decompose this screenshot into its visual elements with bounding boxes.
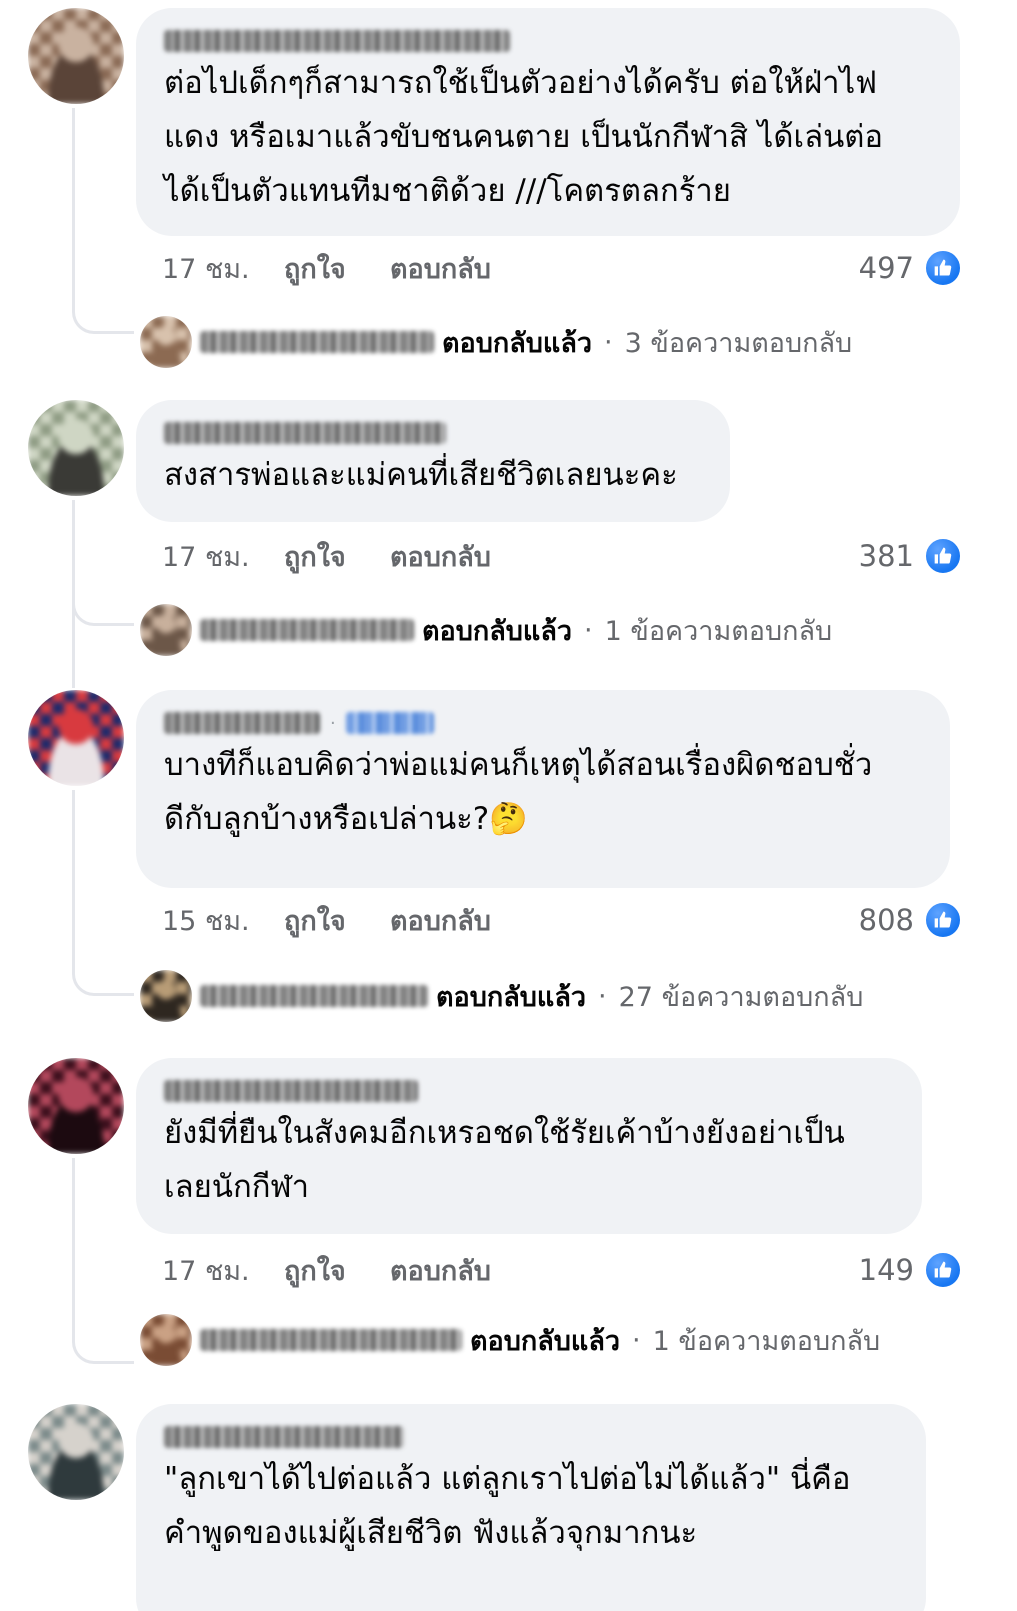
thumbs-up-icon bbox=[924, 1251, 962, 1289]
avatar[interactable] bbox=[28, 400, 124, 496]
reaction-summary[interactable]: 381 bbox=[859, 536, 962, 576]
replied-label: ตอบกลับแล้ว bbox=[422, 615, 573, 647]
author-name-blurred[interactable] bbox=[164, 1076, 894, 1106]
comment-text: ต่อไปเด็กๆก็สามารถใช้เป็นตัวอย่างได้ครับ… bbox=[164, 65, 884, 209]
reaction-count: 497 bbox=[858, 251, 914, 285]
thread-connector bbox=[72, 596, 134, 626]
replied-label: ตอบกลับแล้ว bbox=[442, 327, 593, 359]
comment-bubble: ยังมีที่ยืนในสังคมอีกเหรอชดใช้รัยเค้าบ้า… bbox=[136, 1058, 922, 1234]
comment-time[interactable]: 17 ชม. bbox=[162, 1249, 284, 1292]
reply-author-blurred bbox=[200, 331, 434, 353]
comment-actions: 17 ชม. ถูกใจ ตอบกลับ 381 bbox=[162, 536, 962, 576]
separator-dot: · bbox=[632, 1324, 641, 1356]
reaction-count: 808 bbox=[858, 903, 914, 937]
thumbs-up-icon bbox=[924, 537, 962, 575]
reaction-summary[interactable]: 497 bbox=[859, 248, 962, 288]
separator-dot: · bbox=[584, 614, 593, 646]
reaction-count: 381 bbox=[858, 539, 914, 573]
reply-avatar bbox=[140, 604, 192, 656]
reply-button[interactable]: ตอบกลับ bbox=[390, 1249, 491, 1292]
reaction-summary[interactable]: 808 bbox=[859, 900, 962, 940]
thread-line bbox=[72, 108, 75, 304]
thread-line bbox=[72, 790, 75, 970]
thread-connector bbox=[72, 304, 134, 334]
separator-dot: · bbox=[604, 326, 613, 358]
avatar-image bbox=[28, 1404, 124, 1500]
thread-line bbox=[72, 500, 75, 688]
reaction-summary[interactable]: 149 bbox=[859, 1250, 962, 1290]
reply-button[interactable]: ตอบกลับ bbox=[390, 535, 491, 578]
avatar-image bbox=[28, 1058, 124, 1154]
reply-author-blurred bbox=[200, 1329, 462, 1351]
reply-avatar bbox=[140, 316, 192, 368]
comment-bubble: ต่อไปเด็กๆก็สามารถใช้เป็นตัวอย่างได้ครับ… bbox=[136, 8, 960, 236]
author-name-blurred[interactable]: · bbox=[164, 708, 922, 738]
comment-actions: 17 ชม. ถูกใจ ตอบกลับ 149 bbox=[162, 1250, 962, 1290]
replies-row[interactable]: ตอบกลับแล้ว · 1 ข้อความตอบกลับ bbox=[140, 1314, 880, 1366]
comment-text: สงสารพ่อและแม่คนที่เสียชีวิตเลยนะคะ bbox=[164, 457, 678, 493]
avatar-image bbox=[28, 690, 124, 786]
author-badge-blurred bbox=[345, 712, 434, 734]
comment-actions: 17 ชม. ถูกใจ ตอบกลับ 497 bbox=[162, 248, 962, 288]
comment-time[interactable]: 15 ชม. bbox=[162, 899, 284, 942]
author-name-blurred[interactable] bbox=[164, 1422, 898, 1452]
reply-avatar bbox=[140, 970, 192, 1022]
comment-bubble: · บางทีก็แอบคิดว่าพ่อแม่คนก็เหตุได้สอนเร… bbox=[136, 690, 950, 888]
separator-dot: · bbox=[598, 980, 607, 1012]
replied-label: ตอบกลับแล้ว bbox=[470, 1325, 621, 1357]
reaction-count: 149 bbox=[858, 1253, 914, 1287]
comment-bubble: "ลูกเขาได้ไปต่อแล้ว แต่ลูกเราไปต่อไม่ได้… bbox=[136, 1404, 926, 1611]
reply-count: 3 ข้อความตอบกลับ bbox=[624, 327, 853, 359]
avatar[interactable] bbox=[28, 1058, 124, 1154]
thumbs-up-icon bbox=[924, 901, 962, 939]
thread-connector bbox=[72, 966, 134, 996]
comment-text: ยังมีที่ยืนในสังคมอีกเหรอชดใช้รัยเค้าบ้า… bbox=[164, 1115, 845, 1205]
like-button[interactable]: ถูกใจ bbox=[284, 247, 390, 290]
comment-time[interactable]: 17 ชม. bbox=[162, 247, 284, 290]
avatar-image bbox=[28, 8, 124, 104]
thread-connector bbox=[72, 1334, 134, 1364]
like-button[interactable]: ถูกใจ bbox=[284, 535, 390, 578]
reply-count: 1 ข้อความตอบกลับ bbox=[652, 1325, 881, 1357]
comment-bubble: สงสารพ่อและแม่คนที่เสียชีวิตเลยนะคะ bbox=[136, 400, 730, 522]
avatar[interactable] bbox=[28, 1404, 124, 1500]
avatar[interactable] bbox=[28, 8, 124, 104]
comment-actions: 15 ชม. ถูกใจ ตอบกลับ 808 bbox=[162, 900, 962, 940]
reply-avatar bbox=[140, 1314, 192, 1366]
reply-count: 27 ข้อความตอบกลับ bbox=[618, 981, 864, 1013]
replies-row[interactable]: ตอบกลับแล้ว · 27 ข้อความตอบกลับ bbox=[140, 970, 863, 1022]
comment-time[interactable]: 17 ชม. bbox=[162, 535, 284, 578]
thread-line bbox=[72, 1158, 75, 1338]
reply-author-blurred bbox=[200, 985, 428, 1007]
reply-count: 1 ข้อความตอบกลับ bbox=[604, 615, 833, 647]
comment-text: "ลูกเขาได้ไปต่อแล้ว แต่ลูกเราไปต่อไม่ได้… bbox=[164, 1461, 851, 1551]
reply-author-blurred bbox=[200, 619, 414, 641]
comment-text: บางทีก็แอบคิดว่าพ่อแม่คนก็เหตุได้สอนเรื่… bbox=[164, 747, 873, 837]
like-button[interactable]: ถูกใจ bbox=[284, 899, 390, 942]
reply-button[interactable]: ตอบกลับ bbox=[390, 899, 491, 942]
avatar[interactable] bbox=[28, 690, 124, 786]
author-name-blurred[interactable] bbox=[164, 418, 702, 448]
reply-button[interactable]: ตอบกลับ bbox=[390, 247, 491, 290]
replied-label: ตอบกลับแล้ว bbox=[436, 981, 587, 1013]
comment-feed: ต่อไปเด็กๆก็สามารถใช้เป็นตัวอย่างได้ครับ… bbox=[0, 0, 1017, 1611]
replies-row[interactable]: ตอบกลับแล้ว · 3 ข้อความตอบกลับ bbox=[140, 316, 852, 368]
avatar-image bbox=[28, 400, 124, 496]
like-button[interactable]: ถูกใจ bbox=[284, 1249, 390, 1292]
replies-row[interactable]: ตอบกลับแล้ว · 1 ข้อความตอบกลับ bbox=[140, 604, 832, 656]
thumbs-up-icon bbox=[924, 249, 962, 287]
author-name-blurred[interactable] bbox=[164, 26, 932, 56]
